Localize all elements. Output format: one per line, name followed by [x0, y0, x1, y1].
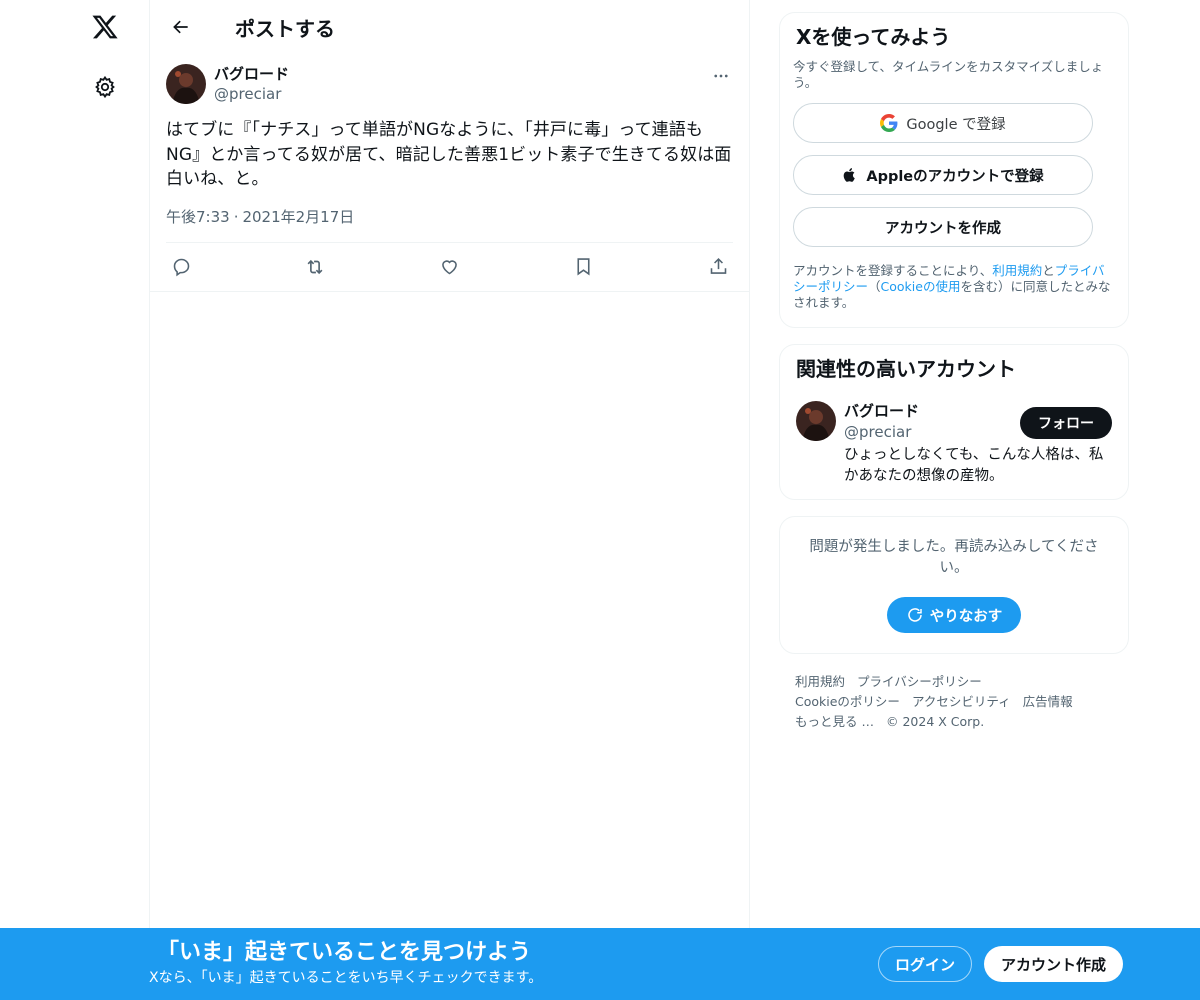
terms-part: （ [868, 279, 881, 294]
signup-button[interactable]: アカウント作成 [984, 946, 1123, 982]
follow-button[interactable]: フォロー [1020, 407, 1112, 439]
repost-icon[interactable] [304, 256, 326, 278]
footer: 利用規約 プライバシーポリシー Cookieのポリシー アクセシビリティ 広告情報 も… [779, 672, 1129, 732]
signup-card: Xを使ってみよう 今すぐ登録して、タイムラインをカスタマイズしましょう。 Goo… [779, 12, 1129, 328]
tos-link[interactable]: 利用規約 [992, 263, 1042, 278]
bookmark-icon[interactable] [573, 256, 595, 278]
retry-button[interactable]: やりなおす [887, 597, 1021, 633]
like-icon[interactable] [439, 256, 461, 278]
post-timestamp[interactable]: 午後7:33 · 2021年2月17日 [166, 206, 733, 226]
author-names: バグロード @preciar [214, 64, 289, 104]
right-sidebar: Xを使ってみよう 今すぐ登録して、タイムラインをカスタマイズしましょう。 Goo… [779, 12, 1129, 732]
footer-link[interactable]: 広告情報 [1023, 694, 1073, 709]
header: ポストする [150, 0, 749, 54]
google-icon [880, 114, 898, 132]
terms-text: アカウントを登録することにより、利用規約とプライバシーポリシー（Cookieの使… [793, 263, 1116, 311]
left-nav [0, 0, 150, 1000]
post-author: バグロード @preciar [166, 64, 733, 104]
related-accounts-card: 関連性の高いアカウント バグロード @preciar ひょっとしなくても、こんな… [779, 344, 1129, 500]
main-column: ポストする バグロード @preciar はてブに『「ナチス」って単語がNGなよ… [149, 0, 750, 1000]
bottom-signup-bar: 「いま」起きていることを見つけよう Xなら、「いま」起きていることをいち早くチェ… [0, 928, 1200, 1000]
post-text: はてブに『「ナチス」って単語がNGなように、「井戸に毒」って連語も NG』とか言… [166, 120, 732, 189]
create-account-button[interactable]: アカウントを作成 [793, 207, 1093, 247]
signup-title: Xを使ってみよう [796, 25, 951, 49]
gear-icon[interactable] [86, 68, 124, 106]
footer-link[interactable]: アクセシビリティ [912, 694, 1011, 709]
footer-link[interactable]: Cookieのポリシー [795, 694, 900, 709]
cookie-link[interactable]: Cookieの使用 [881, 279, 961, 294]
share-icon[interactable] [707, 256, 729, 278]
create-account-label: アカウントを作成 [885, 220, 1001, 237]
meta-separator: · [233, 207, 239, 226]
footer-link[interactable]: 利用規約 [795, 674, 845, 689]
author-handle[interactable]: @preciar [214, 84, 289, 104]
x-logo-icon[interactable] [86, 8, 124, 46]
avatar[interactable] [166, 64, 206, 104]
signup-subtitle: 今すぐ登録して、タイムラインをカスタマイズしましょう。 [793, 59, 1104, 90]
actions-wrapper [150, 243, 749, 292]
error-message: 問題が発生しました。再読み込みしてください。 [809, 539, 1099, 576]
related-title: 関連性の高いアカウント [796, 357, 1016, 381]
back-arrow-icon[interactable] [164, 10, 198, 44]
post-time: 午後7:33 [166, 207, 230, 226]
related-user-bio: ひょっとしなくても、こんな人格は、私かあなたの想像の産物。 [844, 447, 1104, 484]
terms-part: アカウントを登録することにより、 [793, 263, 993, 278]
bottom-bar-title: 「いま」起きていることを見つけよう [157, 940, 532, 965]
related-user[interactable]: バグロード @preciar ひょっとしなくても、こんな人格は、私かあなたの想像… [796, 401, 1112, 487]
post-date: 2021年2月17日 [242, 207, 355, 226]
login-button[interactable]: ログイン [878, 946, 972, 982]
retry-label: やりなおす [929, 608, 1003, 625]
page-title: ポストする [235, 16, 335, 41]
apple-icon [844, 168, 856, 182]
footer-link[interactable]: プライバシーポリシー [857, 674, 982, 689]
copyright: © 2024 X Corp. [885, 714, 985, 729]
apple-signup-button[interactable]: Appleのアカウントで登録 [793, 155, 1093, 195]
footer-more-link[interactable]: もっと見る … [795, 714, 874, 729]
error-card: 問題が発生しました。再読み込みしてください。 やりなおす [779, 516, 1129, 654]
post: バグロード @preciar はてブに『「ナチス」って単語がNGなように、「井戸… [150, 54, 749, 292]
refresh-icon [908, 608, 922, 622]
bottom-bar-subtitle: Xなら、「いま」起きていることをいち早くチェックできます。 [149, 970, 543, 986]
more-icon[interactable] [709, 64, 733, 88]
google-signup-button[interactable]: Google で登録 [793, 103, 1093, 143]
google-signup-label: Google で登録 [906, 116, 1006, 133]
author-name[interactable]: バグロード [214, 64, 289, 84]
avatar[interactable] [796, 401, 836, 441]
apple-signup-label: Appleのアカウントで登録 [866, 168, 1044, 185]
terms-part: と [1042, 263, 1055, 278]
action-bar [150, 243, 749, 291]
reply-icon[interactable] [170, 256, 192, 278]
